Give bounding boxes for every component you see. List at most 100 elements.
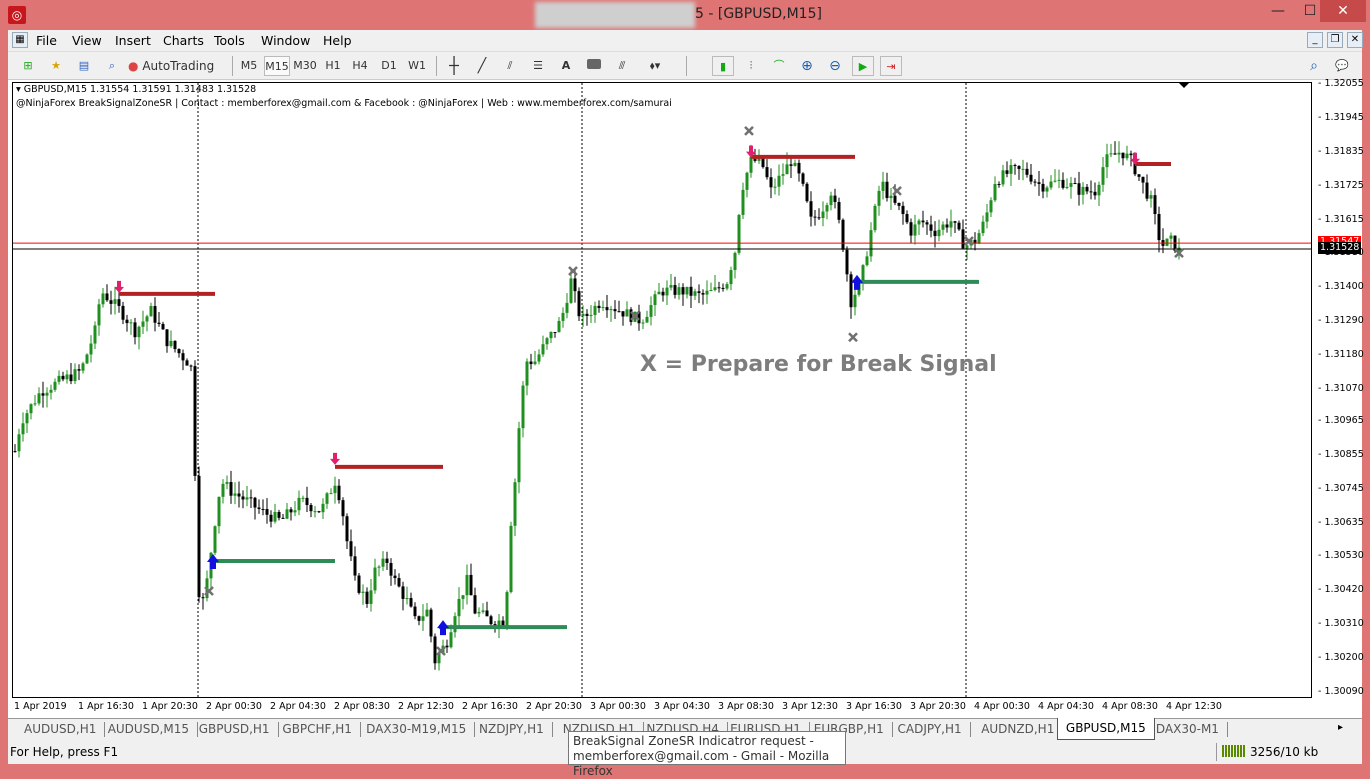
mdi-minimize-button[interactable]: _ bbox=[1307, 32, 1323, 48]
chart-tab[interactable]: DAX30-M1 bbox=[1148, 722, 1228, 737]
fibonacci-icon[interactable]: ☰ bbox=[528, 56, 548, 76]
timeframe-h1[interactable]: H1 bbox=[320, 56, 346, 76]
menu-charts[interactable]: Charts bbox=[163, 33, 204, 48]
chart-tab[interactable]: NZDJPY,H1 bbox=[471, 722, 553, 737]
trendline-icon[interactable]: ╱ bbox=[472, 56, 492, 76]
mdi-close-button[interactable]: ✕ bbox=[1347, 32, 1363, 48]
chart-plot-area[interactable] bbox=[12, 82, 1312, 698]
bear-candle bbox=[1157, 213, 1161, 241]
bear-candle bbox=[489, 616, 493, 625]
mdi-restore-button[interactable]: ❐ bbox=[1327, 32, 1343, 48]
bear-candle bbox=[689, 286, 693, 296]
minimize-button[interactable]: — bbox=[1262, 0, 1294, 22]
bull-candle bbox=[73, 369, 77, 382]
line-chart-icon[interactable]: ⌒ bbox=[768, 56, 790, 76]
crosshair-icon[interactable]: ┼ bbox=[444, 56, 464, 76]
bull-candle bbox=[1081, 186, 1085, 195]
bear-candle bbox=[909, 222, 913, 236]
chart-tab[interactable]: AUDUSD,M15 bbox=[100, 722, 198, 737]
price-tick-label: - 1.31615 bbox=[1318, 214, 1364, 226]
bar-chart-icon[interactable]: ⫶ bbox=[740, 56, 762, 76]
equidistant-channel-icon[interactable]: ⫽ bbox=[500, 56, 520, 76]
arrows-dropdown-icon[interactable]: ⬧▾ bbox=[640, 56, 670, 76]
chart-shift-icon[interactable]: ⇥ bbox=[880, 56, 902, 76]
chart-tab[interactable]: AUDUSD,H1 bbox=[16, 722, 106, 737]
bear-candle bbox=[289, 509, 293, 513]
text-tool-icon[interactable]: A bbox=[556, 56, 576, 76]
bear-candle bbox=[237, 493, 241, 497]
chart-tab[interactable]: GBPUSD,M15 bbox=[1056, 718, 1155, 740]
chart-tab[interactable]: GBPUSD,H1 bbox=[191, 722, 279, 737]
bear-candle bbox=[933, 230, 937, 237]
timeframe-m30[interactable]: M30 bbox=[292, 56, 318, 76]
bear-candle bbox=[1037, 182, 1041, 184]
bear-candle bbox=[529, 361, 533, 365]
text-label-icon[interactable] bbox=[584, 56, 604, 76]
chart-window[interactable] bbox=[8, 80, 1362, 718]
market-watch-icon[interactable]: ▤ bbox=[74, 56, 94, 76]
bull-candle bbox=[677, 287, 681, 295]
bull-candle bbox=[785, 164, 789, 175]
bear-candle bbox=[121, 305, 125, 320]
candlestick-chart[interactable] bbox=[13, 83, 1312, 698]
menu-tools[interactable]: Tools bbox=[214, 33, 245, 48]
menu-file[interactable]: File bbox=[36, 33, 57, 48]
bear-candle bbox=[597, 305, 601, 309]
chart-tab[interactable]: AUDNZD,H1 bbox=[973, 722, 1064, 737]
search-icon[interactable]: ⌕ bbox=[1304, 56, 1324, 76]
zoom-out-icon[interactable]: ⊖ bbox=[824, 56, 846, 76]
bear-candle bbox=[189, 365, 193, 367]
bull-candle bbox=[641, 322, 645, 324]
bull-candle bbox=[53, 381, 57, 390]
bear-candle bbox=[1077, 183, 1081, 195]
chart-tab[interactable]: DAX30-M19,M15 bbox=[358, 722, 476, 737]
price-tick-label: - 1.31070 bbox=[1318, 382, 1364, 394]
menu-insert[interactable]: Insert bbox=[115, 33, 151, 48]
ohlc-readout: GBPUSD,M15 1.31554 1.31591 1.31483 1.315… bbox=[23, 84, 257, 95]
menu-window[interactable]: Window bbox=[261, 33, 310, 48]
chart-tab[interactable]: GBPCHF,H1 bbox=[274, 722, 361, 737]
bear-candle bbox=[193, 366, 197, 476]
gann-fan-icon[interactable]: ⫻ bbox=[612, 56, 632, 76]
timeframe-w1[interactable]: W1 bbox=[404, 56, 430, 76]
bull-candle bbox=[937, 229, 941, 237]
timeframe-m5[interactable]: M5 bbox=[236, 56, 262, 76]
menu-help[interactable]: Help bbox=[323, 33, 352, 48]
bull-candle bbox=[361, 591, 365, 593]
chart-tab[interactable]: CADJPY,H1 bbox=[890, 722, 971, 737]
bear-candle bbox=[345, 516, 349, 542]
chat-icon[interactable]: 💬 bbox=[1330, 56, 1354, 76]
autotrading-button[interactable]: ● AutoTrading bbox=[128, 56, 228, 76]
candlesticks-icon[interactable]: ▮ bbox=[712, 56, 734, 76]
autoscroll-icon[interactable]: ▶ bbox=[852, 56, 874, 76]
bear-candle bbox=[1093, 191, 1097, 196]
bear-candle bbox=[401, 586, 405, 599]
bear-candle bbox=[341, 500, 345, 517]
timeframe-h4[interactable]: H4 bbox=[347, 56, 373, 76]
bear-candle bbox=[697, 291, 701, 294]
bull-candle bbox=[1045, 187, 1049, 192]
profiles-icon[interactable]: ★ bbox=[46, 56, 66, 76]
bear-candle bbox=[61, 375, 65, 380]
new-chart-icon[interactable]: ⊞ bbox=[18, 56, 38, 76]
zoom-in-icon[interactable]: ⊕ bbox=[796, 56, 818, 76]
menu-view[interactable]: View bbox=[72, 33, 102, 48]
indicator-info: @NinjaForex BreakSignalZoneSR | Contact … bbox=[16, 98, 672, 109]
strategy-tester-icon[interactable]: ⌕ bbox=[102, 56, 122, 76]
bull-candle bbox=[477, 611, 481, 614]
chart-window-icon[interactable]: ▦ bbox=[12, 32, 28, 48]
tab-scroll-right-icon[interactable]: ▸ bbox=[1338, 722, 1343, 733]
bear-candle bbox=[605, 307, 609, 311]
time-tick-label: 3 Apr 12:30 bbox=[782, 701, 838, 712]
toolbar: ⊞ ★ ▤ ⌕ ● AutoTrading M5 M15 M30 H1 H4 D… bbox=[8, 52, 1362, 80]
bull-candle bbox=[749, 156, 753, 173]
bear-candle bbox=[413, 606, 417, 617]
redacted-title bbox=[535, 2, 695, 28]
bear-candle bbox=[849, 274, 853, 308]
bear-candle bbox=[117, 299, 121, 306]
timeframe-d1[interactable]: D1 bbox=[376, 56, 402, 76]
timeframe-m15[interactable]: M15 bbox=[264, 56, 290, 76]
close-button[interactable]: ✕ bbox=[1320, 0, 1366, 22]
bull-candle bbox=[705, 290, 709, 295]
bull-candle bbox=[877, 190, 881, 206]
